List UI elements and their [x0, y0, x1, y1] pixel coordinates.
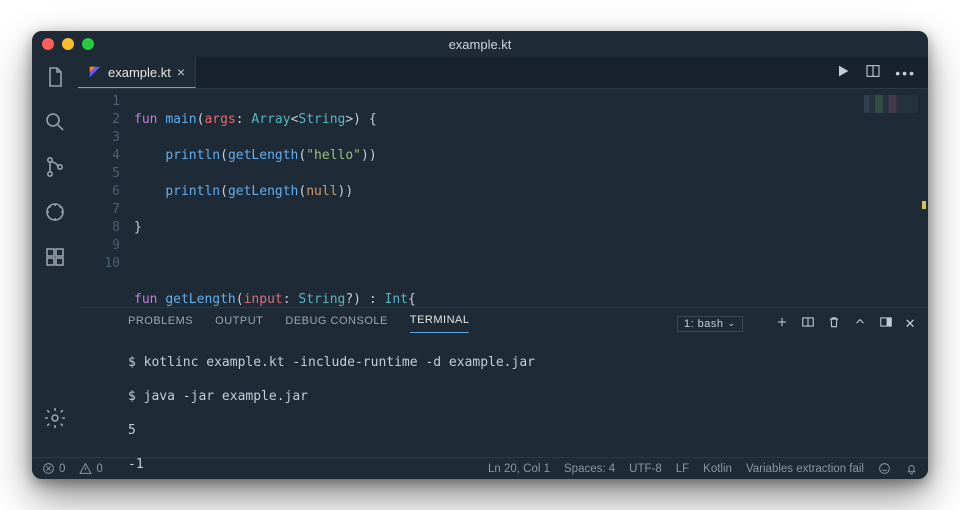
- tab-example-kt[interactable]: example.kt ×: [78, 57, 196, 88]
- tab-label: example.kt: [108, 65, 171, 80]
- close-window-button[interactable]: [42, 38, 54, 50]
- activity-bar: [32, 57, 78, 457]
- explorer-icon[interactable]: [43, 65, 67, 92]
- kill-terminal-icon[interactable]: [827, 315, 841, 332]
- chevron-updown-icon: ⌄: [728, 318, 736, 329]
- source-control-icon[interactable]: [43, 155, 67, 182]
- window-title: example.kt: [32, 37, 928, 52]
- extensions-icon[interactable]: [43, 245, 67, 272]
- bottom-panel: PROBLEMS OUTPUT DEBUG CONSOLE TERMINAL 1…: [78, 307, 928, 457]
- panel-tab-bar: PROBLEMS OUTPUT DEBUG CONSOLE TERMINAL 1…: [78, 308, 928, 333]
- debug-icon[interactable]: [43, 200, 67, 227]
- line-number-gutter: 1 2 3 4 5 6 7 8 9 10: [78, 89, 134, 307]
- search-icon[interactable]: [43, 110, 67, 137]
- new-terminal-icon[interactable]: [775, 315, 789, 332]
- maximize-window-button[interactable]: [82, 38, 94, 50]
- editor-actions: •••: [835, 57, 928, 88]
- split-editor-icon[interactable]: [865, 63, 881, 82]
- panel-tab-problems[interactable]: PROBLEMS: [128, 315, 193, 333]
- terminal-picker[interactable]: 1: bash ⌄: [677, 316, 743, 332]
- traffic-lights: [42, 38, 94, 50]
- status-errors[interactable]: 0: [42, 462, 65, 475]
- minimize-window-button[interactable]: [62, 38, 74, 50]
- maximize-panel-icon[interactable]: [853, 315, 867, 332]
- more-actions-icon[interactable]: •••: [895, 65, 916, 81]
- code-content[interactable]: fun main(args: Array<String>) { println(…: [134, 89, 416, 307]
- settings-gear-icon[interactable]: [43, 406, 67, 433]
- panel-tab-terminal[interactable]: TERMINAL: [410, 314, 470, 333]
- editor-tab-bar: example.kt × •••: [78, 57, 928, 89]
- panel-tab-debug-console[interactable]: DEBUG CONSOLE: [285, 315, 387, 333]
- toggle-panel-position-icon[interactable]: [879, 315, 893, 332]
- terminal-content[interactable]: $ kotlinc example.kt -include-runtime -d…: [78, 333, 928, 479]
- scroll-warning-marker: [922, 201, 926, 209]
- code-editor[interactable]: 1 2 3 4 5 6 7 8 9 10 fun main(args: Arra…: [78, 89, 928, 307]
- kotlin-file-icon: [88, 65, 102, 79]
- run-icon[interactable]: [835, 63, 851, 82]
- vscode-window: example.kt: [32, 31, 928, 479]
- close-tab-icon[interactable]: ×: [177, 64, 185, 80]
- split-terminal-icon[interactable]: [801, 315, 815, 332]
- minimap[interactable]: [864, 95, 918, 113]
- panel-tab-output[interactable]: OUTPUT: [215, 315, 263, 333]
- titlebar: example.kt: [32, 31, 928, 57]
- terminal-picker-label: 1: bash: [684, 318, 724, 330]
- close-panel-icon[interactable]: ✕: [905, 316, 916, 332]
